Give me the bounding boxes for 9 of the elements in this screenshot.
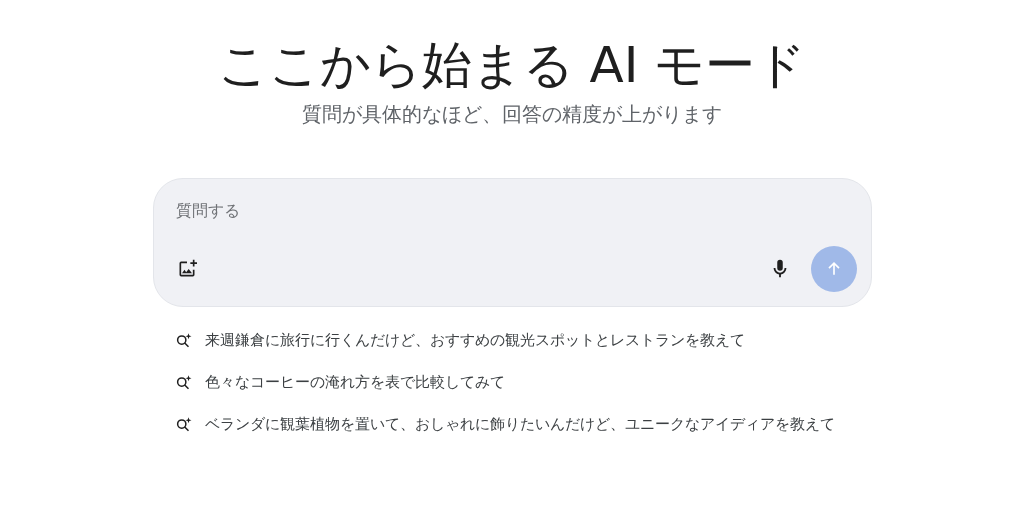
suggestion-link[interactable]: 色々なコーヒーの淹れ方を表で比較してみて bbox=[204, 371, 505, 393]
subtitle: 質問が具体的なほど、回答の精度が上がります bbox=[302, 101, 722, 128]
sparkle-search-icon bbox=[174, 331, 193, 349]
page-title: ここから始まる AI モード bbox=[217, 35, 807, 96]
sparkle-search-icon bbox=[174, 415, 193, 433]
suggestion-link[interactable]: ベランダに観葉植物を置いて、おしゃれに飾りたいんだけど、ユニークなアイディアを教えて bbox=[204, 413, 835, 435]
sparkle-search-icon bbox=[174, 373, 193, 391]
query-input[interactable]: 質問する bbox=[175, 199, 849, 223]
suggestion-link[interactable]: 来週鎌倉に旅行に行くんだけど、おすすめの観光スポットとレストランを教えて bbox=[204, 329, 745, 351]
